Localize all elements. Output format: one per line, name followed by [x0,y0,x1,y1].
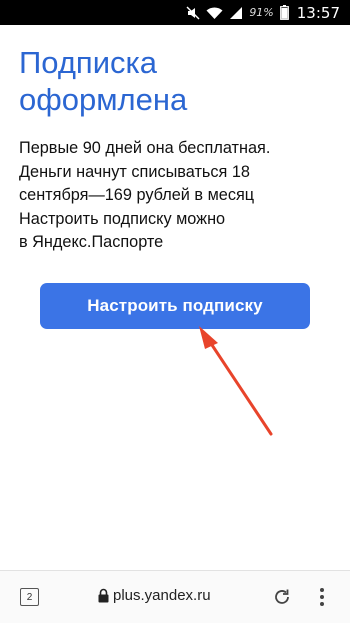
title-line: оформлена [19,82,188,117]
battery-percentage: 91% [249,6,274,19]
signal-icon [229,6,243,20]
address-bar-url[interactable]: plus.yandex.ru [113,587,211,604]
page-title: Подписка оформлена [19,44,339,118]
description-line: Настроить подписку можно [19,209,226,228]
mute-icon [186,6,200,20]
title-line: Подписка [19,45,158,80]
description-line: в Яндекс.Паспорте [19,233,164,251]
tab-switcher-button[interactable]: 2 [20,588,39,606]
wifi-icon [206,6,223,20]
browser-toolbar: 2 plus.yandex.ru [0,570,350,623]
lock-icon [98,588,109,608]
reload-icon[interactable] [272,587,292,612]
menu-icon[interactable] [318,586,326,613]
status-bar: 91% 13:57 [0,0,350,25]
description-line: сентября—169 рублей в месяц [19,186,255,204]
status-clock: 13:57 [296,3,340,22]
description-line: Деньги начнут списываться 18 [19,162,250,181]
battery-icon [279,5,289,20]
subscription-description: Первые 90 дней она бесплатная. Деньги на… [19,137,339,255]
description-line: Первые 90 дней она бесплатная. [19,139,271,157]
configure-subscription-button[interactable]: Настроить подписку [40,283,310,329]
